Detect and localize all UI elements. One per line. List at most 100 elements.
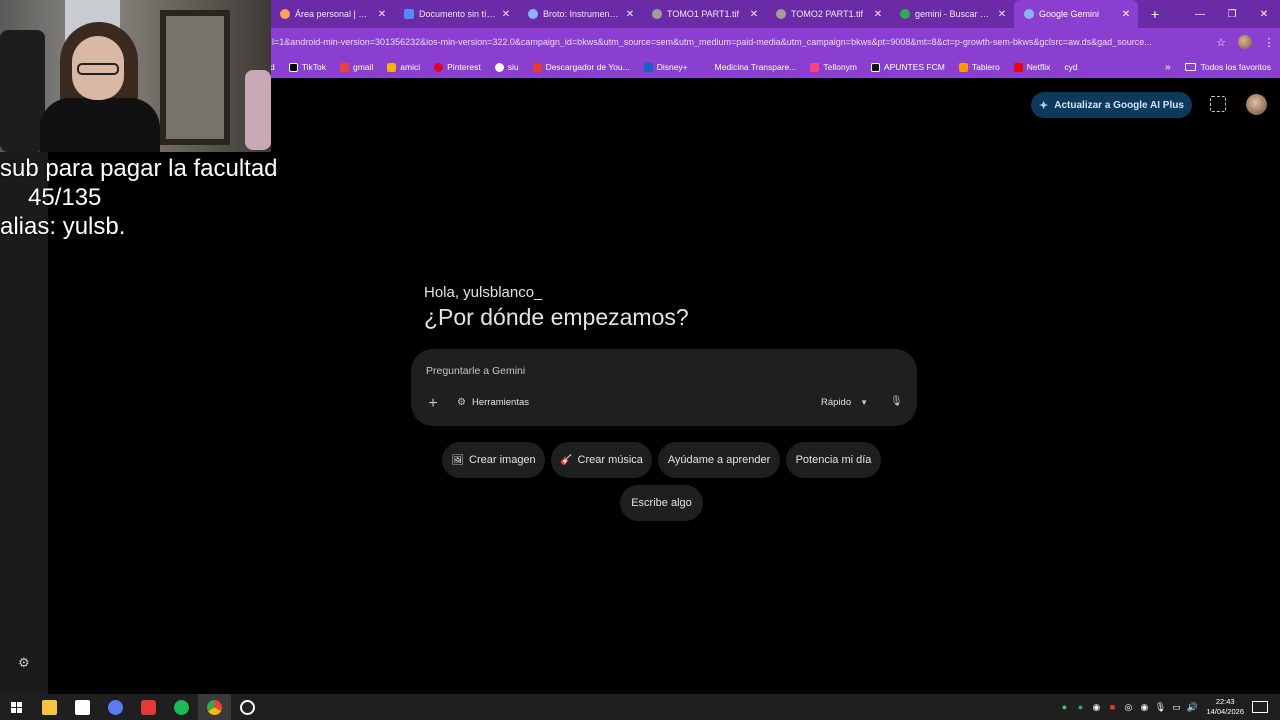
start-button[interactable] — [0, 694, 33, 720]
bookmark-tellonym[interactable]: Tellonym — [810, 62, 857, 72]
tab-close-icon[interactable]: ✕ — [872, 9, 884, 20]
chip-help-me-learn[interactable]: Ayúdame a aprender — [658, 442, 780, 478]
taskbar-red-app[interactable] — [132, 694, 165, 720]
taskbar-spotify[interactable] — [165, 694, 198, 720]
chrome-tray-icon[interactable]: ◎ — [1120, 702, 1136, 713]
tiktok-icon — [288, 62, 298, 72]
add-attachment-plus-icon[interactable]: + — [424, 395, 442, 413]
overlay-line-2: 45/135 — [28, 184, 102, 211]
webcam-person-glasses — [77, 63, 119, 75]
tab-label: Broto: Instrumentació — [543, 9, 620, 19]
red-app-icon — [141, 699, 156, 715]
bookmark-tablero[interactable]: Tablero — [958, 62, 1000, 72]
bookmarks-bar: d TikTok gmail amici Pinterest siu Desca… — [270, 56, 1280, 78]
bookmark-amici[interactable]: amici — [387, 62, 420, 72]
netflix-icon — [1013, 62, 1023, 72]
page-headline: ¿Por dónde empezamos? — [424, 304, 689, 330]
tab-close-icon[interactable]: ✕ — [748, 9, 760, 20]
file-explorer-icon — [42, 699, 57, 715]
chrome-icon — [207, 699, 222, 715]
volume-icon[interactable]: 🔊 — [1184, 702, 1200, 713]
taskbar-chrome-profile[interactable] — [99, 694, 132, 720]
bookmark-youtube-downloader[interactable]: Descargador de You... — [532, 62, 630, 72]
prompt-input[interactable] — [426, 363, 886, 379]
bookmark-label: gmail — [352, 62, 374, 72]
tab-google-gemini[interactable]: Google Gemini ✕ — [1014, 0, 1138, 28]
bookmark-cyd[interactable]: cyd — [1064, 62, 1077, 72]
tab-close-icon[interactable]: ✕ — [996, 9, 1008, 20]
tab-document[interactable]: Documento sin título ✕ — [394, 0, 518, 28]
bookmark-label: Disney+ — [656, 62, 688, 72]
chip-create-music[interactable]: 🎸 Crear música — [551, 442, 652, 478]
chip-write-something[interactable]: Escribe algo — [620, 485, 703, 521]
microphone-tray-icon[interactable]: 🎙 — [1152, 702, 1168, 713]
tab-tomo1[interactable]: TOMO1 PART1.tif ✕ — [642, 0, 766, 28]
taskbar-obs[interactable] — [231, 694, 264, 720]
star-bookmark-icon[interactable]: ☆ — [1210, 36, 1232, 49]
upgrade-ai-plus-button[interactable]: ✦ Actualizar a Google AI Plus — [1031, 92, 1192, 118]
tab-google-search[interactable]: gemini - Buscar con G ✕ — [890, 0, 1014, 28]
taskbar-chrome[interactable] — [198, 694, 231, 720]
new-tab-button[interactable]: + — [1142, 6, 1168, 22]
bookmark-gmail[interactable]: gmail — [339, 62, 374, 72]
all-favorites-folder[interactable]: Todos los favoritos — [1184, 62, 1271, 72]
disney-icon — [643, 62, 653, 72]
chip-label: Potencia mi día — [795, 454, 872, 466]
upgrade-label: Actualizar a Google AI Plus — [1054, 99, 1184, 111]
settings-gear-icon[interactable]: ⚙ — [18, 655, 32, 670]
screen-capture-icon[interactable] — [1210, 96, 1226, 112]
taskbar-file-explorer[interactable] — [33, 694, 66, 720]
mode-label: Rápido — [821, 397, 852, 408]
bookmark-label: Medicina Transpare... — [714, 62, 797, 72]
tools-button[interactable]: ⚙ Herramientas — [457, 397, 529, 408]
overlay-line-3: alias: yulsb. — [0, 213, 126, 240]
browser-profile-avatar[interactable] — [1238, 35, 1252, 49]
bookmark-apuntes[interactable]: APUNTES FCM — [870, 62, 945, 72]
spotify-tray-icon[interactable]: ● — [1072, 702, 1088, 712]
chevron-down-icon: ▼ — [860, 398, 869, 407]
bookmark-netflix[interactable]: Netflix — [1013, 62, 1051, 72]
tab-close-icon[interactable]: ✕ — [376, 9, 388, 20]
tab-campus[interactable]: Área personal | Camp ✕ — [270, 0, 394, 28]
clock-date: 14/04/2026 — [1206, 707, 1244, 716]
red-tray-icon[interactable]: ■ — [1104, 702, 1120, 712]
taskbar-store[interactable] — [66, 694, 99, 720]
whatsapp-icon[interactable]: ● — [1056, 702, 1072, 712]
tab-label: Google Gemini — [1039, 9, 1100, 19]
url-field[interactable]: l=1&android-min-version=301356232&ios-mi… — [270, 37, 1210, 47]
docs-favicon-icon — [404, 9, 414, 19]
minimize-icon[interactable]: — — [1184, 9, 1216, 20]
chip-boost-my-day[interactable]: Potencia mi día — [786, 442, 881, 478]
bookmark-tiktok[interactable]: TikTok — [288, 62, 326, 72]
tab-broto[interactable]: Broto: Instrumentació ✕ — [518, 0, 642, 28]
close-window-icon[interactable]: ✕ — [1248, 9, 1280, 20]
google-favicon-icon — [900, 9, 910, 19]
tab-close-icon[interactable]: ✕ — [1120, 9, 1132, 20]
menu-kebab-icon[interactable]: ⋮ — [1258, 36, 1280, 49]
bookmark-disney[interactable]: Disney+ — [643, 62, 688, 72]
bookmarks-overflow-icon[interactable]: » — [1165, 62, 1171, 73]
profile-avatar[interactable] — [1246, 94, 1267, 115]
obs-icon — [240, 699, 255, 715]
restore-icon[interactable]: ❐ — [1216, 9, 1248, 20]
bookmark-label: TikTok — [301, 62, 326, 72]
bookmark-label: Tellonym — [823, 62, 857, 72]
prompt-box: + ⚙ Herramientas Rápido ▼ 🎙 — [411, 349, 917, 426]
sparkle-icon: ✦ — [1039, 99, 1049, 112]
bookmark-medicina[interactable]: Medicina Transpare... — [701, 62, 797, 72]
obs-tray-icon[interactable]: ◉ — [1136, 702, 1152, 713]
microphone-icon[interactable]: 🎙 — [890, 396, 903, 410]
system-clock[interactable]: 22:43 14/04/2026 — [1206, 697, 1244, 717]
mode-selector[interactable]: Rápido ▼ — [821, 397, 868, 408]
bookmark-label: Netflix — [1026, 62, 1051, 72]
tab-close-icon[interactable]: ✕ — [624, 9, 636, 20]
notifications-icon[interactable] — [1252, 701, 1268, 713]
network-icon[interactable]: ▭ — [1168, 702, 1184, 713]
bookmark-siu[interactable]: siu — [494, 62, 519, 72]
tab-close-icon[interactable]: ✕ — [500, 9, 512, 20]
bookmark-pinterest[interactable]: Pinterest — [434, 62, 481, 72]
discord-icon[interactable]: ◉ — [1088, 702, 1104, 713]
gmail-icon — [339, 62, 349, 72]
chip-create-image[interactable]: 🖼 Crear imagen — [442, 442, 545, 478]
tab-tomo2[interactable]: TOMO2 PART1.tif ✕ — [766, 0, 890, 28]
